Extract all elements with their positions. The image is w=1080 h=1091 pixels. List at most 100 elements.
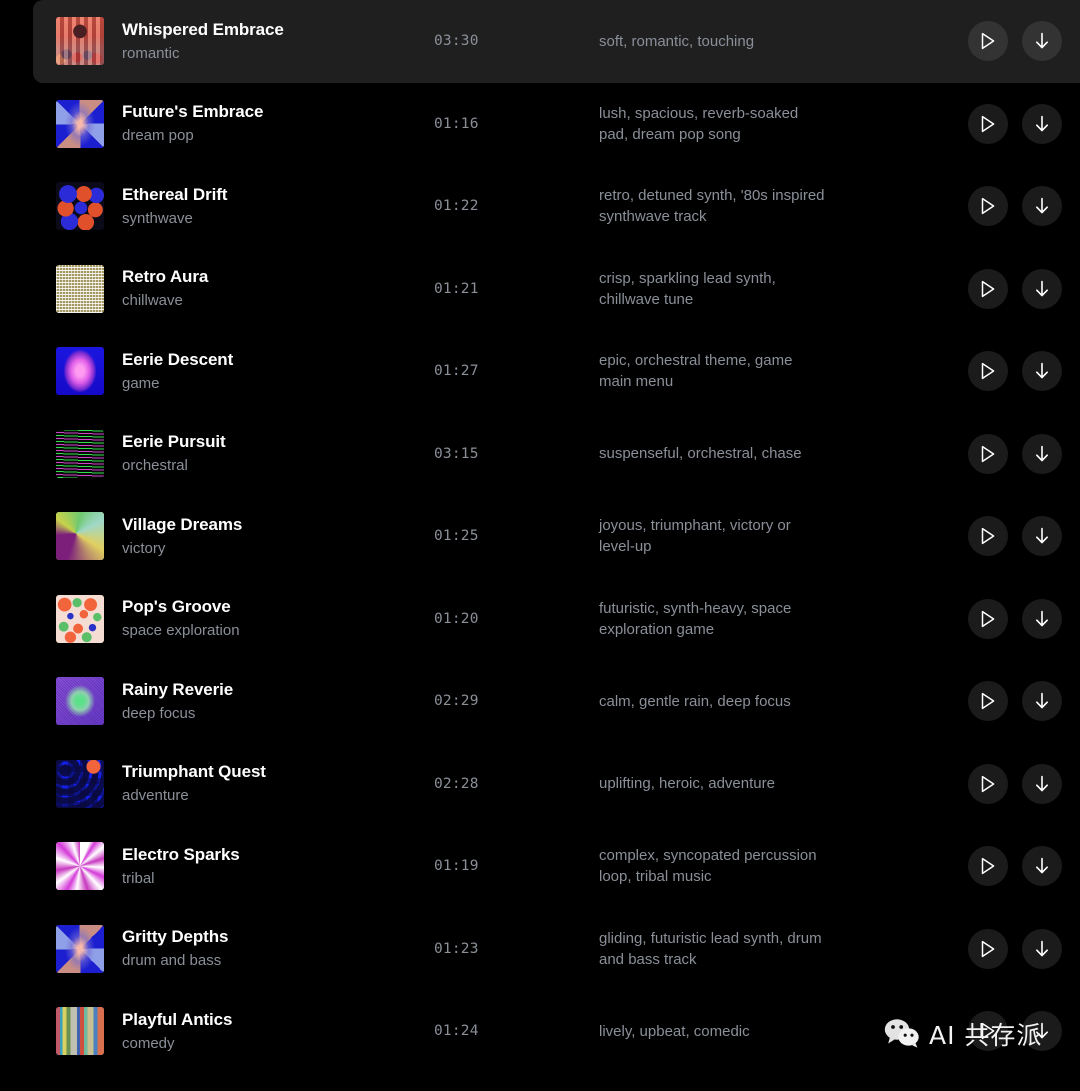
track-duration: 01:22 [434, 198, 479, 215]
track-row[interactable]: Village Dreams victory 01:25 joyous, triump… [0, 495, 1080, 578]
track-title: Playful Antics [122, 1009, 233, 1029]
track-title: Ethereal Drift [122, 184, 228, 204]
track-row[interactable]: Electro Sparks tribal 01:19 complex, syncop… [0, 825, 1080, 908]
track-actions [968, 433, 1062, 474]
download-icon [1034, 115, 1050, 133]
play-button[interactable] [968, 268, 1008, 309]
download-icon [1034, 527, 1050, 545]
track-duration: 01:24 [434, 1023, 479, 1040]
play-button[interactable] [968, 21, 1008, 62]
track-title: Whispered Embrace [122, 19, 284, 39]
track-tags: joyous, triumphant, victory or level-up [599, 517, 791, 556]
track-tags: lush, spacious, reverb-soaked pad, dream… [599, 104, 799, 143]
track-meta: Gritty Depths drum and bass [104, 926, 434, 971]
track-genre: drum and bass [122, 952, 222, 970]
track-title: Triumphant Quest [122, 762, 266, 782]
track-artwork [56, 1007, 104, 1056]
track-artwork [56, 512, 104, 561]
play-icon [980, 197, 996, 215]
play-button[interactable] [968, 681, 1008, 722]
track-duration: 01:19 [434, 858, 479, 875]
download-button[interactable] [1022, 103, 1062, 144]
play-icon [980, 610, 996, 628]
download-button[interactable] [1022, 433, 1062, 474]
play-button[interactable] [968, 846, 1008, 887]
download-button[interactable] [1022, 846, 1062, 887]
track-genre: comedy [122, 1034, 175, 1052]
track-actions [968, 598, 1062, 639]
play-button[interactable] [968, 103, 1008, 144]
download-button[interactable] [1022, 763, 1062, 804]
track-row[interactable]: Eerie Pursuit orchestral 03:15 suspenseful,… [0, 413, 1080, 496]
track-actions [968, 351, 1062, 392]
play-button[interactable] [968, 186, 1008, 227]
play-icon [980, 32, 996, 50]
track-genre: orchestral [122, 457, 188, 475]
download-button[interactable] [1022, 268, 1062, 309]
track-actions [968, 928, 1062, 969]
track-row[interactable]: Ethereal Drift synthwave 01:22 retro, detun… [0, 165, 1080, 248]
track-tags: epic, orchestral theme, game main menu [599, 352, 793, 391]
download-icon [1034, 610, 1050, 628]
track-title: Future's Embrace [122, 102, 264, 122]
play-button[interactable] [968, 351, 1008, 392]
play-icon [980, 445, 996, 463]
track-actions [968, 268, 1062, 309]
track-artwork [56, 924, 104, 973]
download-button[interactable] [1022, 21, 1062, 62]
track-row[interactable]: Gritty Depths drum and bass 01:23 gliding, … [0, 908, 1080, 991]
track-tags: crisp, sparkling lead synth, chillwave t… [599, 269, 776, 308]
play-button[interactable] [968, 433, 1008, 474]
download-icon [1034, 1022, 1050, 1040]
track-meta: Playful Antics comedy [104, 1009, 434, 1054]
download-button[interactable] [1022, 598, 1062, 639]
track-tags: suspenseful, orchestral, chase [599, 445, 802, 463]
track-row[interactable]: Pop's Groove space exploration 01:20 futuri… [0, 578, 1080, 661]
play-icon [980, 527, 996, 545]
track-duration: 01:23 [434, 940, 479, 957]
track-artwork [56, 677, 104, 726]
track-row[interactable]: Whispered Embrace romantic 03:30 soft, roma… [33, 0, 1080, 83]
play-icon [980, 280, 996, 298]
track-title: Retro Aura [122, 267, 209, 287]
track-row[interactable]: Eerie Descent game 01:27 epic, orchestral t… [0, 330, 1080, 413]
track-actions [968, 186, 1062, 227]
download-button[interactable] [1022, 516, 1062, 557]
track-row[interactable]: Future's Embrace dream pop 01:16 lush, spac… [0, 83, 1080, 166]
download-button[interactable] [1022, 186, 1062, 227]
track-genre: romantic [122, 44, 180, 62]
track-tags: gliding, futuristic lead synth, drum and… [599, 929, 822, 968]
download-button[interactable] [1022, 928, 1062, 969]
track-duration: 01:27 [434, 363, 479, 380]
play-button[interactable] [968, 763, 1008, 804]
track-row[interactable]: Rainy Reverie deep focus 02:29 calm, gentle… [0, 660, 1080, 743]
play-button[interactable] [968, 516, 1008, 557]
track-meta: Electro Sparks tribal [104, 844, 434, 889]
track-duration: 01:16 [434, 115, 479, 132]
play-button[interactable] [968, 1011, 1008, 1052]
download-button[interactable] [1022, 351, 1062, 392]
play-icon [980, 775, 996, 793]
track-duration: 01:21 [434, 280, 479, 297]
track-row[interactable]: Playful Antics comedy 01:24 lively, upbeat,… [0, 990, 1080, 1073]
track-row[interactable]: Triumphant Quest adventure 02:28 uplifting,… [0, 743, 1080, 826]
play-icon [980, 692, 996, 710]
download-icon [1034, 857, 1050, 875]
track-meta: Village Dreams victory [104, 514, 434, 559]
track-tags: complex, syncopated percussion loop, tri… [599, 847, 817, 886]
track-row[interactable]: Retro Aura chillwave 01:21 crisp, sparkling… [0, 248, 1080, 331]
track-title: Village Dreams [122, 514, 243, 534]
play-button[interactable] [968, 598, 1008, 639]
play-button[interactable] [968, 928, 1008, 969]
track-artwork [56, 99, 104, 148]
track-duration: 02:28 [434, 775, 479, 792]
track-artwork [56, 17, 104, 66]
track-artwork [56, 347, 104, 396]
download-button[interactable] [1022, 681, 1062, 722]
download-icon [1034, 692, 1050, 710]
track-tags: lively, upbeat, comedic [599, 1022, 750, 1040]
download-button[interactable] [1022, 1011, 1062, 1052]
track-meta: Triumphant Quest adventure [104, 761, 434, 806]
track-actions [968, 1011, 1062, 1052]
download-icon [1034, 775, 1050, 793]
